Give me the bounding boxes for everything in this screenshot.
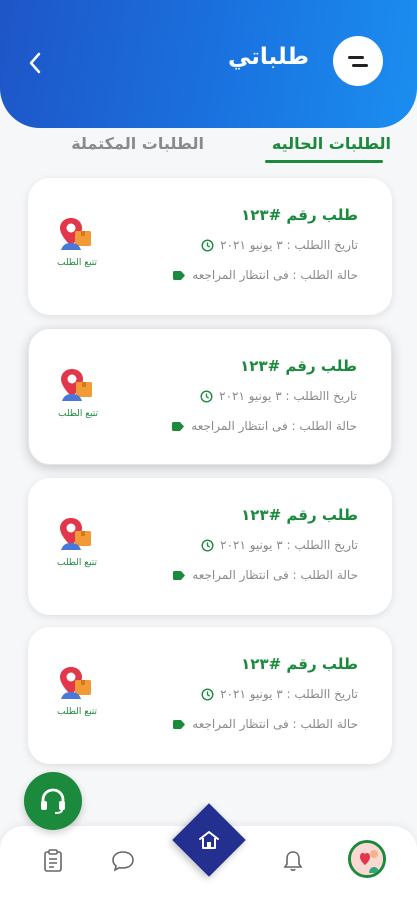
order-date: تاريخ االطلب : ٣ يونيو ٢٠٢١ <box>220 538 358 552</box>
active-tab-indicator <box>265 160 383 163</box>
order-status: حالة الطلب : فى انتظار المراجعه <box>191 419 357 433</box>
clock-icon <box>200 538 214 552</box>
tab-completed-orders[interactable]: الطلبات المكتملة <box>71 134 204 153</box>
order-date-row: تاريخ االطلب : ٣ يونيو ٢٠٢١ <box>200 538 358 552</box>
home-icon[interactable] <box>193 826 225 854</box>
clipboard-icon <box>44 849 62 872</box>
track-order-label: تتبع الطلب <box>56 258 98 268</box>
order-card[interactable]: طلب رقم #١٢٣ تاريخ االطلب : ٣ يونيو ٢٠٢١… <box>28 478 392 615</box>
order-title: طلب رقم #١٢٣ <box>241 506 358 524</box>
profile-avatar-icon <box>351 843 383 875</box>
track-order-label: تتبع الطلب <box>57 409 99 419</box>
support-button[interactable] <box>24 772 82 830</box>
nav-notifications[interactable] <box>276 844 310 878</box>
order-card[interactable]: طلب رقم #١٢٣ تاريخ االطلب : ٣ يونيو ٢٠٢١… <box>28 627 392 764</box>
track-order-button[interactable]: تتبع الطلب <box>46 216 108 268</box>
order-status: حالة الطلب : فى انتظار المراجعه <box>192 717 358 731</box>
clock-icon <box>199 389 213 403</box>
order-title: طلب رقم #١٢٣ <box>240 357 357 375</box>
track-order-button[interactable]: تتبع الطلب <box>46 665 108 717</box>
tag-icon <box>172 717 186 731</box>
order-title: طلب رقم #١٢٣ <box>241 655 358 673</box>
menu-icon <box>348 55 364 59</box>
tag-icon <box>172 268 186 282</box>
clock-icon <box>200 687 214 701</box>
order-card[interactable]: طلب رقم #١٢٣ تاريخ االطلب : ٣ يونيو ٢٠٢١… <box>28 328 392 465</box>
bell-icon <box>283 851 303 871</box>
order-date: تاريخ االطلب : ٣ يونيو ٢٠٢١ <box>220 238 358 252</box>
order-date-row: تاريخ االطلب : ٣ يونيو ٢٠٢١ <box>199 389 357 403</box>
track-order-button[interactable]: تتبع الطلب <box>46 516 108 568</box>
clock-icon <box>200 238 214 252</box>
tag-icon <box>171 419 185 433</box>
map-pin-box-icon <box>60 667 91 699</box>
order-date-row: تاريخ االطلب : ٣ يونيو ٢٠٢١ <box>200 238 358 252</box>
order-title: طلب رقم #١٢٣ <box>241 206 358 224</box>
map-pin-box-icon <box>61 369 92 401</box>
order-status-row: حالة الطلب : فى انتظار المراجعه <box>172 268 358 282</box>
order-date-row: تاريخ االطلب : ٣ يونيو ٢٠٢١ <box>200 687 358 701</box>
menu-icon-line <box>352 63 368 67</box>
nav-chat[interactable] <box>106 844 140 878</box>
order-status: حالة الطلب : فى انتظار المراجعه <box>192 568 358 582</box>
tag-icon <box>172 568 186 582</box>
tab-current-orders[interactable]: الطلبات الحاليه <box>272 134 391 153</box>
order-date: تاريخ االطلب : ٣ يونيو ٢٠٢١ <box>219 389 357 403</box>
track-order-button[interactable]: تتبع الطلب <box>47 367 109 419</box>
order-status-row: حالة الطلب : فى انتظار المراجعه <box>172 568 358 582</box>
track-order-label: تتبع الطلب <box>56 707 98 717</box>
order-status-row: حالة الطلب : فى انتظار المراجعه <box>171 419 357 433</box>
order-status: حالة الطلب : فى انتظار المراجعه <box>192 268 358 282</box>
chat-icon <box>112 851 134 872</box>
page-title: طلباتي <box>228 44 309 70</box>
chevron-left-icon <box>29 52 41 74</box>
app-header: طلباتي <box>0 0 417 128</box>
order-date: تاريخ االطلب : ٣ يونيو ٢٠٢١ <box>220 687 358 701</box>
order-status-row: حالة الطلب : فى انتظار المراجعه <box>172 717 358 731</box>
map-pin-box-icon <box>60 518 91 550</box>
back-button[interactable] <box>20 48 50 78</box>
order-card[interactable]: طلب رقم #١٢٣ تاريخ االطلب : ٣ يونيو ٢٠٢١… <box>28 178 392 315</box>
map-pin-box-icon <box>60 218 91 250</box>
nav-orders[interactable] <box>36 844 70 878</box>
avatar[interactable] <box>348 840 386 878</box>
headset-icon <box>41 788 65 814</box>
menu-button[interactable] <box>333 36 383 86</box>
track-order-label: تتبع الطلب <box>56 558 98 568</box>
